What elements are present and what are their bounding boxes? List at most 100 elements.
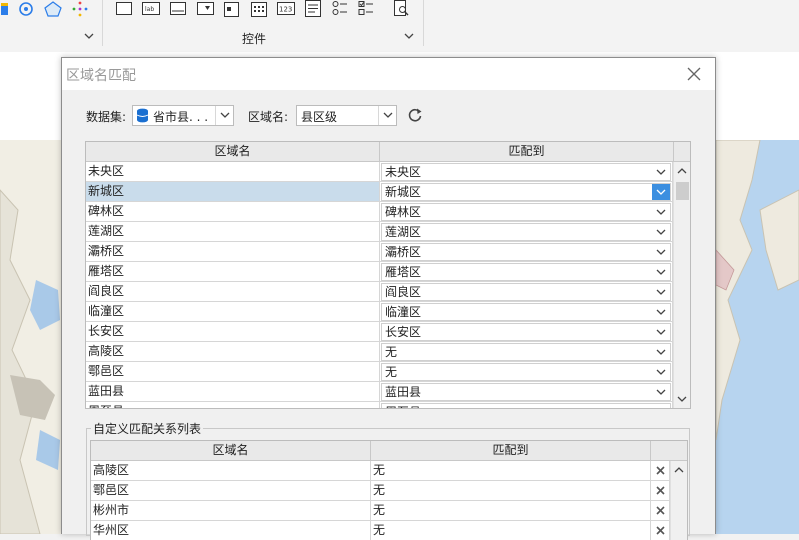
browse-icon[interactable] xyxy=(394,0,409,17)
match-select[interactable]: 无 xyxy=(381,363,671,381)
match-dropdown-button[interactable] xyxy=(652,264,670,280)
match-select[interactable]: 临潼区 xyxy=(381,303,671,321)
region-name-cell[interactable]: 新城区 xyxy=(86,182,380,202)
table-row[interactable]: 新城区 新城区 xyxy=(86,182,673,202)
table-row[interactable]: 长安区 长安区 xyxy=(86,322,673,342)
scroll-up-icon[interactable] xyxy=(677,167,687,175)
region-name-cell[interactable]: 高陵区 xyxy=(86,342,380,362)
match-select[interactable]: 莲湖区 xyxy=(381,223,671,241)
web-icon[interactable] xyxy=(18,1,34,17)
custom-region-cell[interactable]: 华州区 xyxy=(91,521,371,540)
custom-match-cell[interactable]: 无 xyxy=(371,501,651,521)
label-icon[interactable]: lab xyxy=(142,2,160,15)
table-row[interactable]: 莲湖区 莲湖区 xyxy=(86,222,673,242)
calendar-icon[interactable] xyxy=(251,0,267,17)
match-dropdown-button[interactable] xyxy=(652,164,670,180)
region-name-cell[interactable]: 周至县 xyxy=(86,402,380,408)
custom-table-scrollbar[interactable] xyxy=(670,461,687,540)
match-select[interactable]: 长安区 xyxy=(381,323,671,341)
custom-region-cell[interactable]: 高陵区 xyxy=(91,461,371,481)
match-dropdown-button[interactable] xyxy=(652,244,670,260)
scroll-down-icon[interactable] xyxy=(677,395,687,403)
delete-row-button[interactable] xyxy=(651,481,670,501)
dataset-select[interactable]: 省市县. . . xyxy=(132,105,234,126)
custom-column-header-match[interactable]: 匹配到 xyxy=(371,441,651,461)
table-row[interactable]: 蓝田县 蓝田县 xyxy=(86,382,673,402)
custom-match-cell[interactable]: 无 xyxy=(371,481,651,501)
match-dropdown-button[interactable] xyxy=(652,344,670,360)
match-select[interactable]: 灞桥区 xyxy=(381,243,671,261)
match-dropdown-button[interactable] xyxy=(652,404,670,408)
region-field-select[interactable]: 县区级 xyxy=(296,105,397,126)
match-dropdown-button[interactable] xyxy=(652,284,670,300)
match-select[interactable]: 无 xyxy=(381,343,671,361)
table-row[interactable]: 临潼区 临潼区 xyxy=(86,302,673,322)
close-icon[interactable] xyxy=(684,64,704,84)
match-table-scrollbar[interactable] xyxy=(673,162,690,408)
dataset-dropdown-button[interactable] xyxy=(215,106,233,125)
table-row[interactable]: 雁塔区 雁塔区 xyxy=(86,262,673,282)
region-field-dropdown-button[interactable] xyxy=(378,106,396,125)
radiolist-icon[interactable] xyxy=(332,0,348,17)
refresh-icon[interactable] xyxy=(407,107,423,123)
custom-table-row[interactable]: 高陵区无 xyxy=(91,461,670,481)
chevron-down-icon[interactable] xyxy=(404,33,414,41)
match-dropdown-button[interactable] xyxy=(652,384,670,400)
match-select[interactable]: 新城区 xyxy=(381,183,671,201)
region-name-cell[interactable]: 灞桥区 xyxy=(86,242,380,262)
combobox-icon[interactable] xyxy=(197,2,214,15)
color-icon[interactable] xyxy=(0,2,10,16)
match-dropdown-button[interactable] xyxy=(652,364,670,380)
custom-table-row[interactable]: 鄠邑区无 xyxy=(91,481,670,501)
match-select[interactable]: 雁塔区 xyxy=(381,263,671,281)
table-row[interactable]: 阎良区 阎良区 xyxy=(86,282,673,302)
region-name-cell[interactable]: 鄠邑区 xyxy=(86,362,380,382)
match-dropdown-button[interactable] xyxy=(652,204,670,220)
match-dropdown-button[interactable] xyxy=(652,324,670,340)
column-header-region[interactable]: 区域名 xyxy=(86,142,380,162)
match-select[interactable]: 碑林区 xyxy=(381,203,671,221)
custom-region-cell[interactable]: 鄠邑区 xyxy=(91,481,371,501)
table-row[interactable]: 未央区 未央区 xyxy=(86,162,673,182)
match-dropdown-button[interactable] xyxy=(652,184,670,200)
chevron-down-icon[interactable] xyxy=(84,33,94,41)
custom-column-header-region[interactable]: 区域名 xyxy=(91,441,371,461)
button-icon[interactable] xyxy=(170,2,186,15)
table-row[interactable]: 鄠邑区无 xyxy=(86,362,673,382)
match-dropdown-button[interactable] xyxy=(652,304,670,320)
textbox-icon[interactable] xyxy=(116,2,132,15)
region-name-cell[interactable]: 蓝田县 xyxy=(86,382,380,402)
table-row[interactable]: 碑林区 碑林区 xyxy=(86,202,673,222)
custom-match-cell[interactable]: 无 xyxy=(371,521,651,540)
textarea-icon[interactable] xyxy=(305,0,321,17)
delete-row-button[interactable] xyxy=(651,461,670,481)
sparkle-icon[interactable] xyxy=(72,1,88,17)
custom-table-row[interactable]: 彬州市无 xyxy=(91,501,670,521)
region-name-cell[interactable]: 雁塔区 xyxy=(86,262,380,282)
region-name-cell[interactable]: 未央区 xyxy=(86,162,380,182)
region-name-cell[interactable]: 阎良区 xyxy=(86,282,380,302)
delete-row-button[interactable] xyxy=(651,501,670,521)
region-name-cell[interactable]: 碑林区 xyxy=(86,202,380,222)
custom-region-cell[interactable]: 彬州市 xyxy=(91,501,371,521)
custom-table-row[interactable]: 华州区无 xyxy=(91,521,670,540)
table-row[interactable]: 灞桥区 灞桥区 xyxy=(86,242,673,262)
checklist-icon[interactable] xyxy=(358,0,374,17)
number-icon[interactable]: 123 xyxy=(277,2,295,15)
match-select[interactable]: 蓝田县 xyxy=(381,383,671,401)
scrollbar-thumb[interactable] xyxy=(676,182,689,200)
table-row[interactable]: 周至县 周至县 xyxy=(86,402,673,408)
custom-match-cell[interactable]: 无 xyxy=(371,461,651,481)
region-name-cell[interactable]: 莲湖区 xyxy=(86,222,380,242)
match-select[interactable]: 周至县 xyxy=(381,403,671,408)
match-select[interactable]: 未央区 xyxy=(381,163,671,181)
region-name-cell[interactable]: 临潼区 xyxy=(86,302,380,322)
table-row[interactable]: 高陵区无 xyxy=(86,342,673,362)
column-header-match[interactable]: 匹配到 xyxy=(380,142,674,162)
scroll-up-icon[interactable] xyxy=(674,466,684,474)
region-name-cell[interactable]: 长安区 xyxy=(86,322,380,342)
theme-icon[interactable] xyxy=(44,1,62,17)
datetime-icon[interactable] xyxy=(224,0,239,17)
match-select[interactable]: 阎良区 xyxy=(381,283,671,301)
delete-row-button[interactable] xyxy=(651,521,670,540)
